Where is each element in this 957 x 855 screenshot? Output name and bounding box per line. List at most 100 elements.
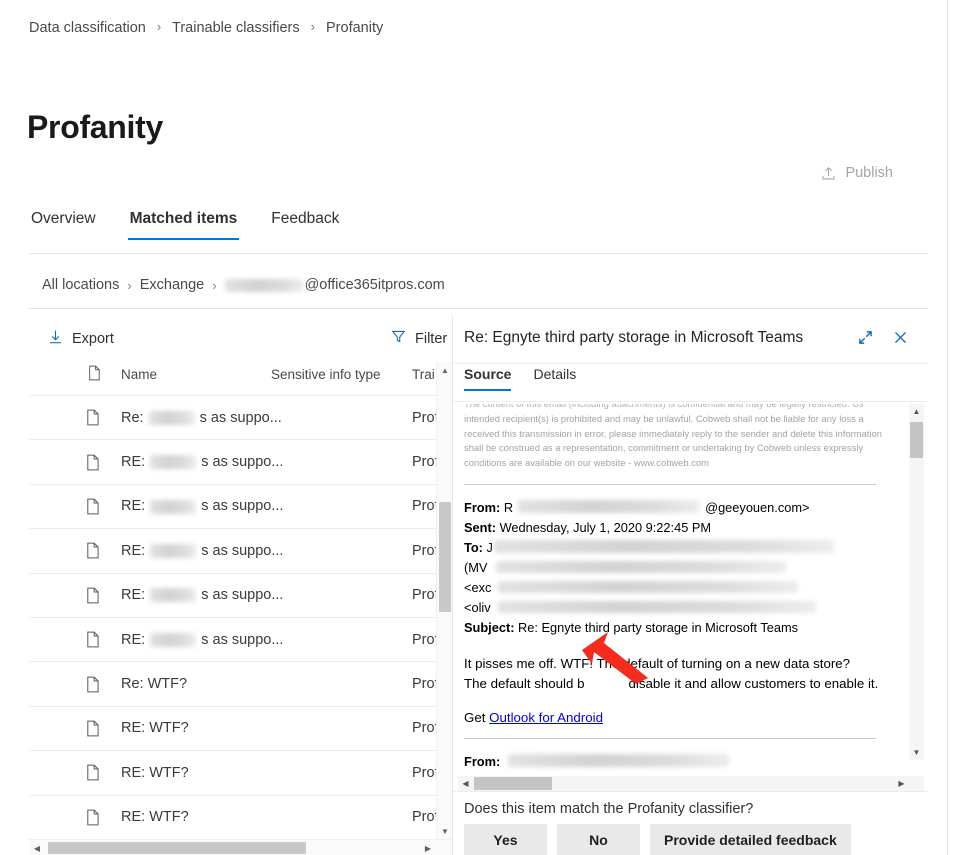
tab-overview[interactable]: Overview xyxy=(29,210,98,240)
detail-tabs-divider xyxy=(453,401,929,402)
viewer-vertical-scrollbar[interactable]: ▲ ▼ xyxy=(909,404,924,760)
viewer-scroll-right-arrow-icon[interactable]: ▶ xyxy=(894,776,909,791)
detail-tab-source[interactable]: Source xyxy=(464,366,512,391)
quoted-sent-value: Wednesday, July 1, 2020 1:50:31 PM xyxy=(500,774,712,775)
table-row[interactable]: Re: s as suppo... Prof. xyxy=(29,395,436,441)
message-content: The content of this email (including att… xyxy=(458,404,904,775)
row-name[interactable]: RE: s as suppo... xyxy=(121,543,283,559)
expand-diagonal-icon xyxy=(858,330,873,348)
table-row[interactable]: RE: s as suppo... Prof. xyxy=(29,529,436,574)
row-name[interactable]: RE: WTF? xyxy=(121,765,189,781)
table-row[interactable]: RE: s as suppo... Prof. xyxy=(29,618,436,663)
breadcrumb-item-trainable-classifiers[interactable]: Trainable classifiers xyxy=(172,20,300,36)
subject-label: Subject: xyxy=(464,619,515,635)
column-header-trainable-classifier[interactable]: Trai xyxy=(412,367,435,382)
row-trainable-classifier: Prof. xyxy=(412,631,436,648)
document-icon xyxy=(86,498,100,515)
list-horizontal-scrollbar[interactable]: ◀ ▶ xyxy=(29,839,452,855)
detail-title: Re: Egnyte third party storage in Micros… xyxy=(464,329,804,346)
scroll-down-arrow-icon[interactable]: ▼ xyxy=(437,823,452,839)
from-suffix: @geeyouen.com> xyxy=(705,499,810,515)
row-name[interactable]: RE: s as suppo... xyxy=(121,498,283,514)
disclaimer-line: conditions are available on our website … xyxy=(464,457,709,469)
document-icon xyxy=(86,809,100,826)
tab-matched-items[interactable]: Matched items xyxy=(127,210,240,240)
to-line3-prefix: <exc xyxy=(464,579,492,595)
row-name-prefix: RE: xyxy=(121,498,150,515)
row-name[interactable]: RE: s as suppo... xyxy=(121,454,283,470)
viewer-horizontal-scroll-thumb[interactable] xyxy=(474,777,552,790)
viewer-horizontal-scrollbar[interactable]: ◀ ▶ xyxy=(458,776,924,791)
subject-value: Re: Egnyte third party storage in Micros… xyxy=(518,619,799,635)
column-header-file-icon[interactable] xyxy=(88,365,101,384)
document-icon xyxy=(86,764,100,781)
funnel-icon xyxy=(391,329,406,348)
quoted-sent-label: Sent: xyxy=(464,774,496,775)
detail-tab-details[interactable]: Details xyxy=(533,366,576,391)
detail-tabs: Source Details xyxy=(464,366,576,391)
redacted-name-segment xyxy=(148,410,195,425)
export-button[interactable]: Export xyxy=(43,325,119,353)
matched-items-list-panel: Export Filter Name Sensitive info type T… xyxy=(29,316,452,855)
list-vertical-scroll-thumb[interactable] xyxy=(439,502,451,612)
scroll-up-arrow-icon[interactable]: ▲ xyxy=(437,362,452,378)
row-name[interactable]: RE: s as suppo... xyxy=(121,587,283,603)
row-name[interactable]: RE: WTF? xyxy=(121,720,189,736)
feedback-no-button[interactable]: No xyxy=(557,824,640,855)
breadcrumb-item-data-classification[interactable]: Data classification xyxy=(29,20,146,36)
row-trainable-classifier: Prof. xyxy=(412,498,436,515)
filter-button[interactable]: Filter xyxy=(386,325,452,352)
publish-button[interactable]: Publish xyxy=(815,161,899,185)
table-row[interactable]: RE: s as suppo... Prof. xyxy=(29,485,436,530)
table-row[interactable]: RE: s as suppo... Prof. xyxy=(29,440,436,485)
expand-button[interactable] xyxy=(853,327,877,351)
viewer-scroll-up-arrow-icon[interactable]: ▲ xyxy=(909,404,924,419)
header-to-continued: (MV xyxy=(464,558,896,578)
row-name-suffix: s as suppo... xyxy=(195,409,282,426)
redacted-from-address xyxy=(518,499,700,513)
outlook-for-android-link[interactable]: Outlook for Android xyxy=(489,710,603,725)
close-button[interactable] xyxy=(888,327,912,351)
row-name-suffix: s as suppo... xyxy=(197,542,284,559)
provide-detailed-feedback-button[interactable]: Provide detailed feedback xyxy=(650,824,851,855)
column-header-sensitive-info-type[interactable]: Sensitive info type xyxy=(271,367,381,382)
redacted-name-segment xyxy=(150,499,197,514)
viewer-scroll-down-arrow-icon[interactable]: ▼ xyxy=(909,745,924,760)
row-trainable-classifier: Prof. xyxy=(412,454,436,471)
quoted-message-headers: From: Sent: Wednesday, July 1, 2020 1:50… xyxy=(462,752,896,775)
table-row[interactable]: RE: s as suppo... Prof. xyxy=(29,574,436,618)
table-row[interactable]: RE: WTF? Prof. xyxy=(29,751,436,796)
row-trainable-classifier: Prof. xyxy=(412,809,436,826)
document-icon xyxy=(86,587,100,604)
to-prefix: J xyxy=(486,539,493,555)
list-horizontal-scroll-thumb[interactable] xyxy=(48,842,306,854)
redacted-to-recipients xyxy=(498,600,816,613)
breadcrumb-separator-icon: › xyxy=(310,19,315,34)
to-label: To: xyxy=(464,539,483,555)
feedback-yes-button[interactable]: Yes xyxy=(464,824,547,855)
location-mailbox-domain[interactable]: @office365itpros.com xyxy=(305,277,445,293)
table-row[interactable]: RE: WTF? Prof. xyxy=(29,796,436,832)
quoted-from-label: From: xyxy=(464,753,501,769)
list-toolbar: Export Filter xyxy=(29,316,452,360)
tab-feedback[interactable]: Feedback xyxy=(269,210,341,240)
location-all-locations[interactable]: All locations xyxy=(42,277,119,293)
scroll-left-arrow-icon[interactable]: ◀ xyxy=(29,840,45,855)
to-line4-prefix: <oliv xyxy=(464,599,491,615)
table-row[interactable]: RE: WTF? Prof. xyxy=(29,707,436,752)
location-exchange[interactable]: Exchange xyxy=(140,277,205,293)
row-name[interactable]: RE: WTF? xyxy=(121,809,189,825)
publish-label: Publish xyxy=(845,165,893,181)
viewer-vertical-scroll-thumb[interactable] xyxy=(910,422,923,458)
row-name[interactable]: RE: s as suppo... xyxy=(121,632,283,648)
row-name[interactable]: Re: s as suppo... xyxy=(121,410,282,426)
table-row[interactable]: Re: WTF? Prof. xyxy=(29,662,436,707)
body-line-1: It pisses me off. WTF! The default of tu… xyxy=(464,655,851,671)
viewer-scroll-left-arrow-icon[interactable]: ◀ xyxy=(458,776,473,791)
row-name[interactable]: Re: WTF? xyxy=(121,676,187,692)
list-vertical-scrollbar[interactable]: ▲ ▼ xyxy=(436,362,452,839)
breadcrumb-item-profanity[interactable]: Profanity xyxy=(326,20,383,36)
scroll-right-arrow-icon[interactable]: ▶ xyxy=(420,840,436,855)
column-header-name[interactable]: Name xyxy=(121,367,157,382)
row-trainable-classifier: Prof. xyxy=(412,764,436,781)
